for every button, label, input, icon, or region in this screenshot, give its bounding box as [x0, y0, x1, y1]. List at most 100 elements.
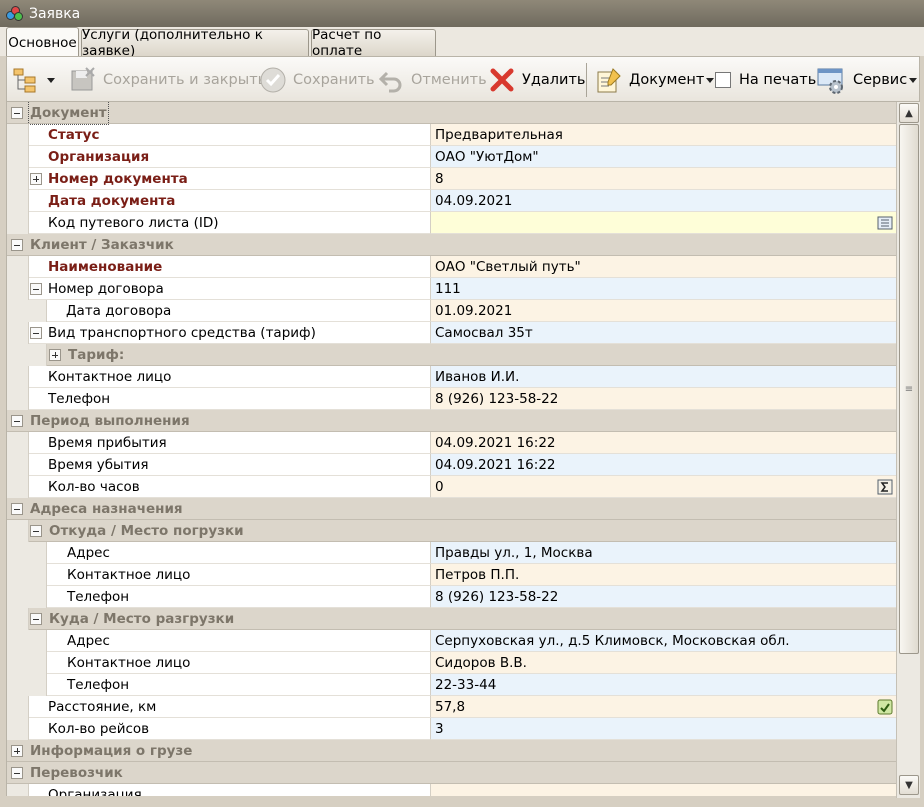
- collapse-icon[interactable]: [11, 239, 23, 251]
- row-trips[interactable]: Кол-во рейсов 3: [7, 718, 896, 740]
- tab-main[interactable]: Основное: [6, 27, 79, 57]
- phone-value[interactable]: 8 (926) 123-58-22: [431, 388, 896, 410]
- row-to-phone[interactable]: Телефон 22-33-44: [7, 674, 896, 696]
- checkbox-icon: [715, 72, 731, 88]
- row-from-phone[interactable]: Телефон 8 (926) 123-58-22: [7, 586, 896, 608]
- print-checkbox[interactable]: На печать: [715, 57, 816, 103]
- to-address-value[interactable]: Серпуховская ул., д.5 Климовск, Московск…: [431, 630, 896, 652]
- waybill-id-value[interactable]: [431, 212, 896, 234]
- from-phone-value[interactable]: 8 (926) 123-58-22: [431, 586, 896, 608]
- collapse-icon[interactable]: [30, 525, 42, 537]
- document-edit-icon: [595, 66, 623, 94]
- service-menu-button[interactable]: Сервис: [817, 57, 918, 103]
- list-lookup-icon[interactable]: [877, 215, 893, 231]
- category-tariff[interactable]: Тариф:: [7, 344, 896, 366]
- to-contact-value[interactable]: Сидоров В.В.: [431, 652, 896, 674]
- row-contract-date[interactable]: Дата договора 01.09.2021: [7, 300, 896, 322]
- tab-bar: Основное Услуги (дополнительно к заявке)…: [0, 27, 924, 59]
- category-client[interactable]: Клиент / Заказчик: [7, 234, 896, 256]
- to-phone-value[interactable]: 22-33-44: [431, 674, 896, 696]
- row-carrier-organization[interactable]: Организация: [7, 784, 896, 796]
- row-organization[interactable]: Организация ОАО "УютДом": [7, 146, 896, 168]
- row-contract-number[interactable]: Номер договора 111: [7, 278, 896, 300]
- vertical-scrollbar[interactable]: ▲ ≡ ▼: [896, 102, 920, 798]
- expand-icon[interactable]: [49, 349, 61, 361]
- chevron-down-icon: [706, 77, 715, 83]
- collapse-icon[interactable]: [30, 613, 42, 625]
- delete-x-icon: [488, 66, 516, 94]
- category-carrier[interactable]: Перевозчик: [7, 762, 896, 784]
- row-to-address[interactable]: Адрес Серпуховская ул., д.5 Климовск, Мо…: [7, 630, 896, 652]
- sum-icon[interactable]: [877, 479, 893, 495]
- row-hours[interactable]: Кол-во часов 0: [7, 476, 896, 498]
- distance-value[interactable]: 57,8: [431, 696, 896, 718]
- category-loading-place[interactable]: Откуда / Место погрузки: [7, 520, 896, 542]
- contract-date-value[interactable]: 01.09.2021: [431, 300, 896, 322]
- scroll-down-button[interactable]: ▼: [899, 775, 919, 795]
- status-value[interactable]: Предварительная: [431, 124, 896, 146]
- from-address-value[interactable]: Правды ул., 1, Москва: [431, 542, 896, 564]
- window-title: Заявка: [29, 5, 81, 22]
- document-menu-button[interactable]: Документ: [595, 57, 715, 103]
- row-distance[interactable]: Расстояние, км 57,8: [7, 696, 896, 718]
- organization-value[interactable]: ОАО "УютДом": [431, 146, 896, 168]
- category-cargo[interactable]: Информация о грузе: [7, 740, 896, 762]
- category-unloading-place[interactable]: Куда / Место разгрузки: [7, 608, 896, 630]
- category-period[interactable]: Период выполнения: [7, 410, 896, 432]
- row-client-name[interactable]: Наименование ОАО "Светлый путь": [7, 256, 896, 278]
- app-icon: [6, 5, 24, 22]
- collapse-icon[interactable]: [11, 415, 23, 427]
- collapse-icon[interactable]: [11, 767, 23, 779]
- contact-person-value[interactable]: Иванов И.И.: [431, 366, 896, 388]
- document-number-value[interactable]: 8: [431, 168, 896, 190]
- category-document[interactable]: Документ: [7, 102, 896, 125]
- tab-services[interactable]: Услуги (дополнительно к заявке): [81, 27, 309, 59]
- row-vehicle-type[interactable]: Вид транспортного средства (тариф) Самос…: [7, 322, 896, 344]
- carrier-organization-value[interactable]: [431, 784, 896, 796]
- expand-icon[interactable]: [30, 173, 42, 185]
- expand-icon[interactable]: [11, 745, 23, 757]
- arrival-time-value[interactable]: 04.09.2021 16:22: [431, 432, 896, 454]
- collapse-icon[interactable]: [30, 327, 42, 339]
- gear-window-icon: [817, 66, 847, 94]
- row-document-number[interactable]: Номер документа 8: [7, 168, 896, 190]
- spellcheck-icon[interactable]: [877, 699, 893, 715]
- document-date-value[interactable]: 04.09.2021: [431, 190, 896, 212]
- row-to-contact[interactable]: Контактное лицо Сидоров В.В.: [7, 652, 896, 674]
- save-close-button[interactable]: Сохранить и закрыть: [69, 57, 266, 103]
- collapse-icon[interactable]: [11, 107, 23, 119]
- row-from-contact[interactable]: Контактное лицо Петров П.П.: [7, 564, 896, 586]
- row-from-address[interactable]: Адрес Правды ул., 1, Москва: [7, 542, 896, 564]
- delete-button[interactable]: Удалить: [488, 57, 585, 103]
- save-button[interactable]: Сохранить: [259, 57, 375, 103]
- row-contact-person[interactable]: Контактное лицо Иванов И.И.: [7, 366, 896, 388]
- tab-payment[interactable]: Расчет по оплате: [311, 27, 436, 59]
- collapse-icon[interactable]: [11, 503, 23, 515]
- cancel-button[interactable]: Отменить: [377, 57, 487, 103]
- scroll-thumb[interactable]: ≡: [899, 124, 919, 654]
- toolbar-separator: [586, 63, 587, 97]
- trips-value[interactable]: 3: [431, 718, 896, 740]
- row-phone[interactable]: Телефон 8 (926) 123-58-22: [7, 388, 896, 410]
- hours-value[interactable]: 0: [431, 476, 896, 498]
- tree-menu-button[interactable]: [11, 57, 55, 103]
- tree-view-icon: [11, 66, 39, 94]
- chevron-down-icon: [909, 77, 918, 83]
- row-document-date[interactable]: Дата документа 04.09.2021: [7, 190, 896, 212]
- category-addresses[interactable]: Адреса назначения: [7, 498, 896, 520]
- toolbar: Сохранить и закрыть Сохранить Отменить У…: [6, 56, 920, 102]
- from-contact-value[interactable]: Петров П.П.: [431, 564, 896, 586]
- scroll-up-button[interactable]: ▲: [899, 103, 919, 123]
- contract-number-value[interactable]: 111: [431, 278, 896, 300]
- window-bottom-edge: [0, 798, 924, 807]
- save-close-icon: [69, 66, 97, 94]
- vehicle-type-value[interactable]: Самосвал 35т: [431, 322, 896, 344]
- window-titlebar: Заявка: [0, 0, 924, 27]
- row-status[interactable]: Статус Предварительная: [7, 124, 896, 146]
- row-waybill-id[interactable]: Код путевого листа (ID): [7, 212, 896, 234]
- row-arrival-time[interactable]: Время прибытия 04.09.2021 16:22: [7, 432, 896, 454]
- client-name-value[interactable]: ОАО "Светлый путь": [431, 256, 896, 278]
- collapse-icon[interactable]: [30, 283, 42, 295]
- row-departure-time[interactable]: Время убытия 04.09.2021 16:22: [7, 454, 896, 476]
- departure-time-value[interactable]: 04.09.2021 16:22: [431, 454, 896, 476]
